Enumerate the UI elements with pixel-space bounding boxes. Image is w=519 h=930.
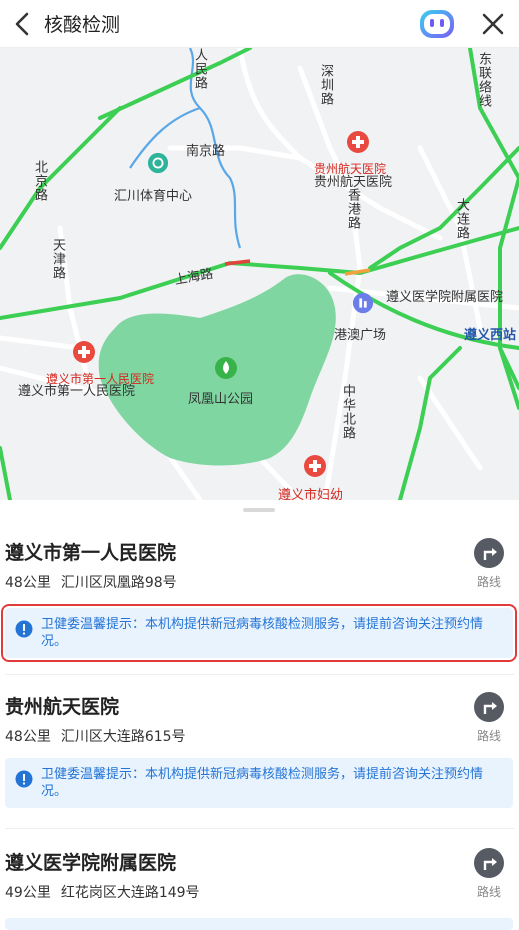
map-label-dongfeng-road: 东联络线 xyxy=(476,52,491,108)
results-sheet[interactable]: 遵义市第一人民医院 48公里 汇川区凤凰路98号 路线 卫健委温馨提示：本机构提供… xyxy=(0,500,519,930)
distance: 48公里 xyxy=(5,729,51,745)
plaza-pin-icon[interactable] xyxy=(352,292,374,314)
map-label-first-hospital: 遵义市第一人民医院 xyxy=(18,384,136,399)
assistant-bot-icon[interactable] xyxy=(416,4,458,44)
map-label-hongkong-road: 香港路 xyxy=(345,188,360,230)
notice-text: 卫健委温馨提示：本机构提供新冠病毒核酸检测服务，请提前咨询关注预约情况。 xyxy=(41,767,484,799)
route-button[interactable]: 路线 xyxy=(470,692,508,744)
route-label: 路线 xyxy=(476,575,501,589)
address: 汇川区大连路615号 xyxy=(60,729,186,745)
route-button[interactable]: 路线 xyxy=(470,848,508,900)
map-label-renmin-road: 人民路 xyxy=(192,48,207,90)
route-label: 路线 xyxy=(476,885,501,899)
sports-center-pin-icon[interactable] xyxy=(147,152,169,174)
route-icon[interactable] xyxy=(474,692,504,722)
hospital-pin-icon[interactable] xyxy=(72,340,96,364)
map-label-tianjin-road: 天津路 xyxy=(50,238,65,280)
hospital-meta: 48公里 汇川区大连路615号 xyxy=(5,726,186,746)
map-label-zunyi-west: 遵义西站 xyxy=(464,328,517,343)
hospital-name[interactable]: 遵义医学院附属医院 xyxy=(5,848,176,875)
park-pin-icon[interactable] xyxy=(214,356,238,382)
map-label-gangao: 港澳广场 xyxy=(334,328,387,343)
hospital-meta: 48公里 汇川区凤凰路98号 xyxy=(5,572,177,592)
notice-text: 卫健委温馨提示：本机构提供新冠病毒核酸检测服务，请提前咨询关注预约情况。 xyxy=(41,617,484,649)
sheet-drag-handle[interactable] xyxy=(243,508,275,512)
notice-banner-partial xyxy=(5,918,513,930)
map-roads xyxy=(0,48,519,500)
notice-banner: 卫健委温馨提示：本机构提供新冠病毒核酸检测服务，请提前咨询关注预约情况。 xyxy=(1,604,517,662)
hospital-pin-icon[interactable] xyxy=(346,130,370,154)
divider xyxy=(5,674,514,675)
route-icon[interactable] xyxy=(474,538,504,568)
hospital-meta: 49公里 红花岗区大连路149号 xyxy=(5,882,200,902)
close-icon[interactable] xyxy=(478,9,508,39)
divider xyxy=(5,828,514,829)
hospital-name[interactable]: 遵义市第一人民医院 xyxy=(5,538,176,565)
info-icon xyxy=(15,620,33,638)
map-view[interactable]: 人民路 深圳路 东联络线 南京路 汇川体育中心 贵州航天医院 贵州航天医院 香港… xyxy=(0,48,519,500)
address: 汇川区凤凰路98号 xyxy=(60,575,177,591)
map-label-zhonghua-road: 中华北路 xyxy=(340,384,355,440)
distance: 48公里 xyxy=(5,575,51,591)
hospital-name[interactable]: 贵州航天医院 xyxy=(5,692,119,719)
map-label-zunyi-medical: 遵义医学院附属医院 xyxy=(386,290,504,305)
top-bar: 核酸检测 xyxy=(0,0,519,48)
map-label-dalian-road: 大连路 xyxy=(454,198,469,240)
distance: 49公里 xyxy=(5,885,51,901)
back-arrow-icon[interactable] xyxy=(8,8,40,40)
map-label-fenghuang-park: 凤凰山公园 xyxy=(188,392,254,407)
address: 红花岗区大连路149号 xyxy=(60,885,200,901)
route-label: 路线 xyxy=(476,729,501,743)
info-icon xyxy=(15,770,33,788)
page-title: 核酸检测 xyxy=(44,14,121,36)
route-button[interactable]: 路线 xyxy=(470,538,508,590)
map-label-sports-center: 汇川体育中心 xyxy=(114,189,193,204)
map-label-nanjing-road: 南京路 xyxy=(186,144,226,159)
route-icon[interactable] xyxy=(474,848,504,878)
notice-banner: 卫健委温馨提示：本机构提供新冠病毒核酸检测服务，请提前咨询关注预约情况。 xyxy=(5,758,513,808)
map-label-shenzhen-road: 深圳路 xyxy=(318,64,333,106)
map-label-maternal: 遵义市妇幼 xyxy=(278,488,344,500)
map-label-beijing-road: 北京路 xyxy=(32,160,47,202)
hospital-pin-icon[interactable] xyxy=(303,454,327,478)
